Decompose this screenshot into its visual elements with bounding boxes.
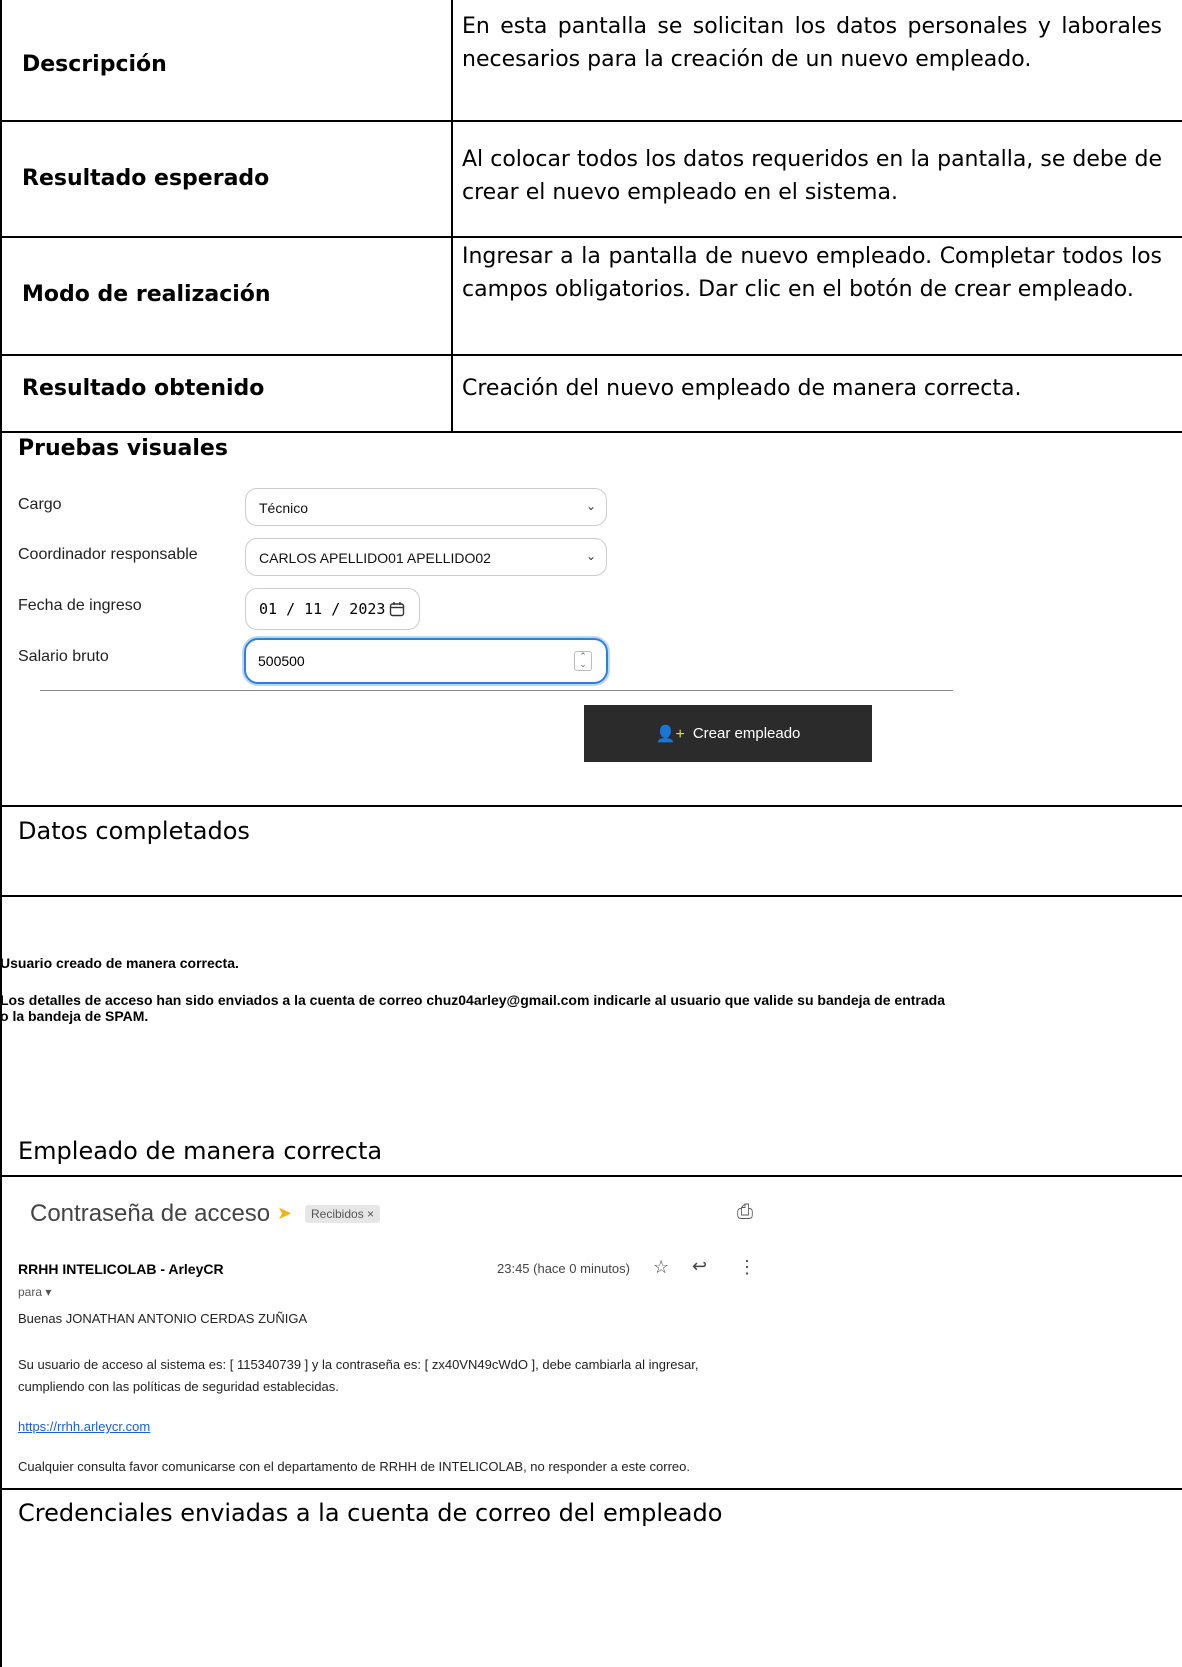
email-greeting: Buenas JONATHAN ANTONIO CERDAS ZUÑIGA [18, 1311, 308, 1326]
row-text-resultado-esperado: Al colocar todos los datos requeridos en… [462, 147, 1162, 205]
row-label-resultado-esperado: Resultado esperado [22, 166, 270, 191]
more-options-icon[interactable]: ⋮ [738, 1257, 756, 1278]
row-divider [0, 120, 1182, 122]
salario-label: Salario bruto [18, 648, 109, 665]
row-label-resultado-obtenido: Resultado obtenido [22, 376, 265, 401]
row-text-resultado-obtenido: Creación del nuevo empleado de manera co… [462, 376, 1022, 401]
create-employee-label: Crear empleado [692, 725, 801, 742]
row-divider [0, 1175, 1182, 1177]
fecha-label: Fecha de ingreso [18, 597, 142, 614]
row-divider [0, 1488, 1182, 1490]
reply-icon[interactable]: ↩ [692, 1256, 707, 1277]
access-details-message: Los detalles de acceso han sido enviados… [0, 992, 945, 1008]
email-link[interactable]: https://rrhh.arleycr.com [18, 1417, 150, 1437]
calendar-icon[interactable] [389, 601, 405, 617]
row-divider [0, 354, 1182, 356]
pruebas-visuales-header: Pruebas visuales [18, 436, 228, 461]
cargo-value: Técnico [259, 500, 309, 516]
email-body-line2: cumpliendo con las políticas de segurida… [18, 1379, 339, 1394]
fecha-input[interactable]: 01 / 11 / 2023 [245, 588, 420, 630]
email-recipient-toggle[interactable]: para ▾ [18, 1285, 51, 1299]
email-sender: RRHH INTELICOLAB - ArleyCR [18, 1261, 224, 1277]
row-text-modo: Ingresar a la pantalla de nuevo empleado… [462, 244, 1162, 302]
salario-input[interactable]: 500500 ⌃ ⌄ [244, 638, 608, 684]
row-divider [0, 805, 1182, 807]
salario-value: 500500 [258, 653, 305, 669]
caption-empleado-correcto: Empleado de manera correcta [18, 1137, 383, 1165]
caption-credenciales: Credenciales enviadas a la cuenta de cor… [18, 1499, 723, 1527]
row-divider [0, 895, 1182, 897]
coordinador-label: Coordinador responsable [18, 546, 198, 563]
cargo-select[interactable]: Técnico ⌄ [245, 488, 607, 526]
form-divider [40, 690, 953, 691]
email-subject: Contraseña de acceso [30, 1200, 271, 1227]
fecha-value: 01 / 11 / 2023 [259, 600, 386, 618]
caption-datos-completados: Datos completados [18, 817, 250, 845]
inbox-label-tag[interactable]: Recibidos × [305, 1205, 381, 1223]
star-icon[interactable]: ☆ [653, 1257, 669, 1278]
row-text-descripcion: En esta pantalla se solicitan los datos … [462, 14, 1162, 72]
row-divider [0, 431, 1182, 433]
email-footer: Cualquier consulta favor comunicarse con… [18, 1459, 691, 1474]
row-label-modo: Modo de realización [22, 282, 271, 307]
row-label-descripcion: Descripción [22, 52, 167, 77]
coordinador-value: CARLOS APELLIDO01 APELLIDO02 [259, 550, 491, 566]
add-user-icon: 👤+ [655, 725, 685, 743]
chevron-down-icon: ⌄ [585, 549, 596, 563]
cargo-label: Cargo [18, 496, 62, 513]
create-employee-button[interactable]: 👤+ Crear empleado [584, 705, 872, 762]
number-stepper-icon[interactable]: ⌃ ⌄ [574, 651, 592, 671]
important-arrow-icon[interactable]: ➤ [277, 1203, 292, 1224]
email-body-line1: Su usuario de acceso al sistema es: [ 11… [18, 1357, 699, 1372]
column-divider [451, 0, 453, 432]
print-icon[interactable]: ⎙ [737, 1201, 753, 1224]
email-time: 23:45 (hace 0 minutos) [497, 1261, 630, 1276]
row-divider [0, 236, 1182, 238]
chevron-down-icon: ⌄ [585, 499, 596, 513]
access-details-message-cont: o la bandeja de SPAM. [0, 1008, 149, 1024]
table-left-border [0, 0, 2, 1667]
coordinador-select[interactable]: CARLOS APELLIDO01 APELLIDO02 ⌄ [245, 538, 607, 576]
success-message: Usuario creado de manera correcta. [0, 955, 239, 971]
